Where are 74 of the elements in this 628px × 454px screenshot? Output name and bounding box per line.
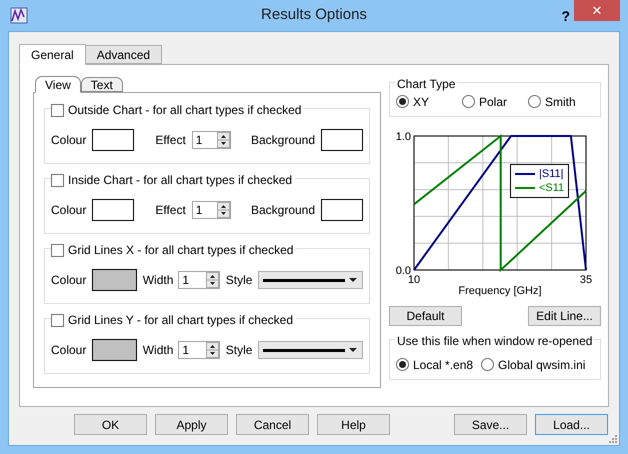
- tab[interactable]: View: [35, 76, 81, 93]
- axis-tick-label: 1.0: [396, 131, 411, 143]
- axis-title: Frequency [GHz]: [458, 285, 542, 297]
- field-label: Style: [226, 272, 252, 289]
- axis-tick-label: 0.0: [396, 265, 411, 277]
- colour-swatch[interactable]: [92, 269, 137, 291]
- legend-label: |S11|: [539, 166, 564, 182]
- radio-label[interactable]: Polar: [479, 92, 508, 110]
- colour-swatch[interactable]: [321, 199, 363, 221]
- field-label: Width: [142, 272, 174, 289]
- axis-tick-label: 35: [580, 274, 592, 286]
- chart-button[interactable]: Default: [389, 306, 462, 326]
- solid-line-icon: [263, 348, 346, 352]
- dialog-button[interactable]: Apply: [155, 414, 228, 435]
- radio-label[interactable]: XY: [413, 92, 430, 110]
- number-spinner[interactable]: 1: [178, 271, 220, 289]
- line-style-dropdown[interactable]: [258, 271, 363, 289]
- spin-arrows-icon[interactable]: [216, 202, 230, 218]
- group-label: Outside Chart - for all chart types if checked: [68, 102, 302, 119]
- solid-line-icon: [263, 278, 346, 282]
- field-label: Colour: [51, 202, 86, 219]
- colour-swatch[interactable]: [92, 129, 134, 151]
- checkbox[interactable]: [51, 244, 64, 256]
- help-button[interactable]: ?: [561, 6, 570, 27]
- dialog-button[interactable]: Save...: [454, 414, 527, 435]
- dialog-button[interactable]: OK: [74, 414, 147, 435]
- tab[interactable]: General: [19, 44, 86, 65]
- line-style-dropdown[interactable]: [258, 341, 363, 359]
- chart-button[interactable]: Edit Line...: [528, 306, 601, 326]
- dialog-button[interactable]: Cancel: [236, 414, 309, 435]
- radio-label[interactable]: Smith: [545, 92, 576, 110]
- radio-button[interactable]: [462, 95, 475, 108]
- dropdown-arrow-icon: [349, 348, 358, 352]
- dialog-button[interactable]: Load...: [535, 414, 608, 435]
- spin-arrows-icon[interactable]: [206, 272, 219, 288]
- number-spinner[interactable]: 1: [178, 341, 220, 359]
- group-label: Grid Lines Y - for all chart types if checked: [68, 312, 293, 329]
- colour-swatch[interactable]: [92, 199, 134, 221]
- number-spinner[interactable]: 1: [192, 201, 231, 219]
- field-label: Effect: [155, 132, 186, 149]
- field-label: Colour: [51, 272, 86, 289]
- field-label: Effect: [155, 202, 186, 219]
- field-label: Style: [226, 342, 252, 359]
- checkbox[interactable]: [51, 104, 64, 116]
- colour-swatch[interactable]: [92, 339, 137, 361]
- field-label: Colour: [51, 132, 86, 149]
- spin-arrows-icon[interactable]: [206, 342, 219, 358]
- radio-label[interactable]: Local *.en8: [413, 356, 474, 374]
- field-label: Width: [142, 342, 174, 359]
- spin-arrows-icon[interactable]: [216, 132, 230, 148]
- resize-grip-icon[interactable]: [608, 434, 617, 443]
- number-spinner[interactable]: 1: [192, 131, 231, 149]
- dropdown-arrow-icon: [349, 278, 358, 282]
- field-label: Background: [250, 202, 316, 219]
- checkbox[interactable]: [51, 314, 64, 326]
- checkbox[interactable]: [51, 174, 64, 186]
- field-label: Colour: [51, 342, 86, 359]
- tab[interactable]: Text: [80, 77, 123, 92]
- group-label: Grid Lines X - for all chart types if checked: [68, 242, 294, 259]
- legend-label: <S11: [539, 180, 564, 196]
- tab[interactable]: Advanced: [86, 45, 162, 64]
- radio-button[interactable]: [396, 358, 409, 371]
- radio-button[interactable]: [481, 358, 494, 371]
- close-button[interactable]: ✕: [574, 0, 620, 21]
- group-label: Inside Chart - for all chart types if checked: [68, 172, 292, 189]
- app-icon: [10, 7, 28, 24]
- colour-swatch[interactable]: [321, 129, 363, 151]
- field-label: Background: [250, 132, 316, 149]
- radio-button[interactable]: [396, 95, 409, 108]
- dialog-button[interactable]: Help: [317, 414, 390, 435]
- window-title: Results Options: [261, 5, 367, 26]
- radio-label[interactable]: Global qwsim.ini: [498, 356, 586, 374]
- radio-button[interactable]: [528, 95, 541, 108]
- axis-tick-label: 10: [408, 274, 420, 286]
